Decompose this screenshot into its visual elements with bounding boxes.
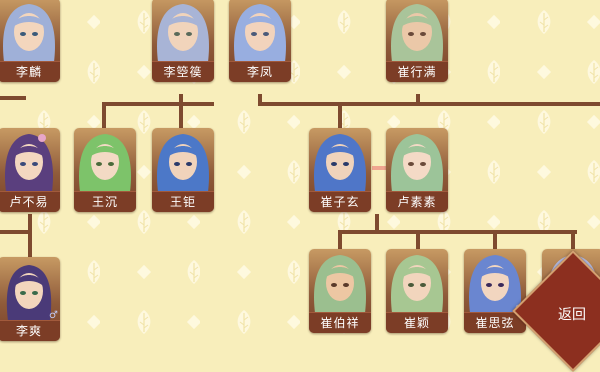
character-card[interactable]: 卢不易	[0, 128, 60, 212]
character-name: 卢不易	[0, 191, 60, 212]
character-card[interactable]: 崔子玄	[309, 128, 371, 212]
portrait-image	[391, 255, 443, 313]
character-card[interactable]: 李箜篌	[152, 0, 214, 82]
portrait-image	[157, 4, 209, 62]
character-name: 李凤	[229, 61, 291, 82]
character-name: 崔伯祥	[309, 312, 371, 333]
portrait-image	[157, 134, 209, 192]
portrait-image	[4, 134, 54, 192]
portrait-image	[79, 134, 131, 192]
character-name: 卢素素	[386, 191, 448, 212]
character-name: 李箜篌	[152, 61, 214, 82]
character-name: 李麟	[0, 61, 60, 82]
character-card[interactable]: 卢素素	[386, 128, 448, 212]
character-card[interactable]: ♂ 崔思弦	[464, 249, 526, 333]
portrait-image	[3, 4, 55, 62]
portrait-image	[314, 134, 366, 192]
character-card[interactable]: 王沉	[74, 128, 136, 212]
character-name: 崔子玄	[309, 191, 371, 212]
character-name: 李爽	[0, 320, 60, 341]
character-card[interactable]: 崔行满	[386, 0, 448, 82]
character-name: 王沉	[74, 191, 136, 212]
character-card[interactable]: 王钜	[152, 128, 214, 212]
character-card[interactable]: 李凤	[229, 0, 291, 82]
portrait-image	[391, 134, 443, 192]
character-card[interactable]: 崔伯祥	[309, 249, 371, 333]
character-name: 崔颖	[386, 312, 448, 333]
character-card[interactable]: ♂ 李爽	[0, 257, 60, 341]
portrait-image	[314, 255, 366, 313]
character-card[interactable]: 李麟	[0, 0, 60, 82]
portrait-image	[391, 4, 443, 62]
character-name: 王钜	[152, 191, 214, 212]
portrait-image	[234, 4, 286, 62]
character-name: 崔行满	[386, 61, 448, 82]
character-card[interactable]: 崔颖	[386, 249, 448, 333]
